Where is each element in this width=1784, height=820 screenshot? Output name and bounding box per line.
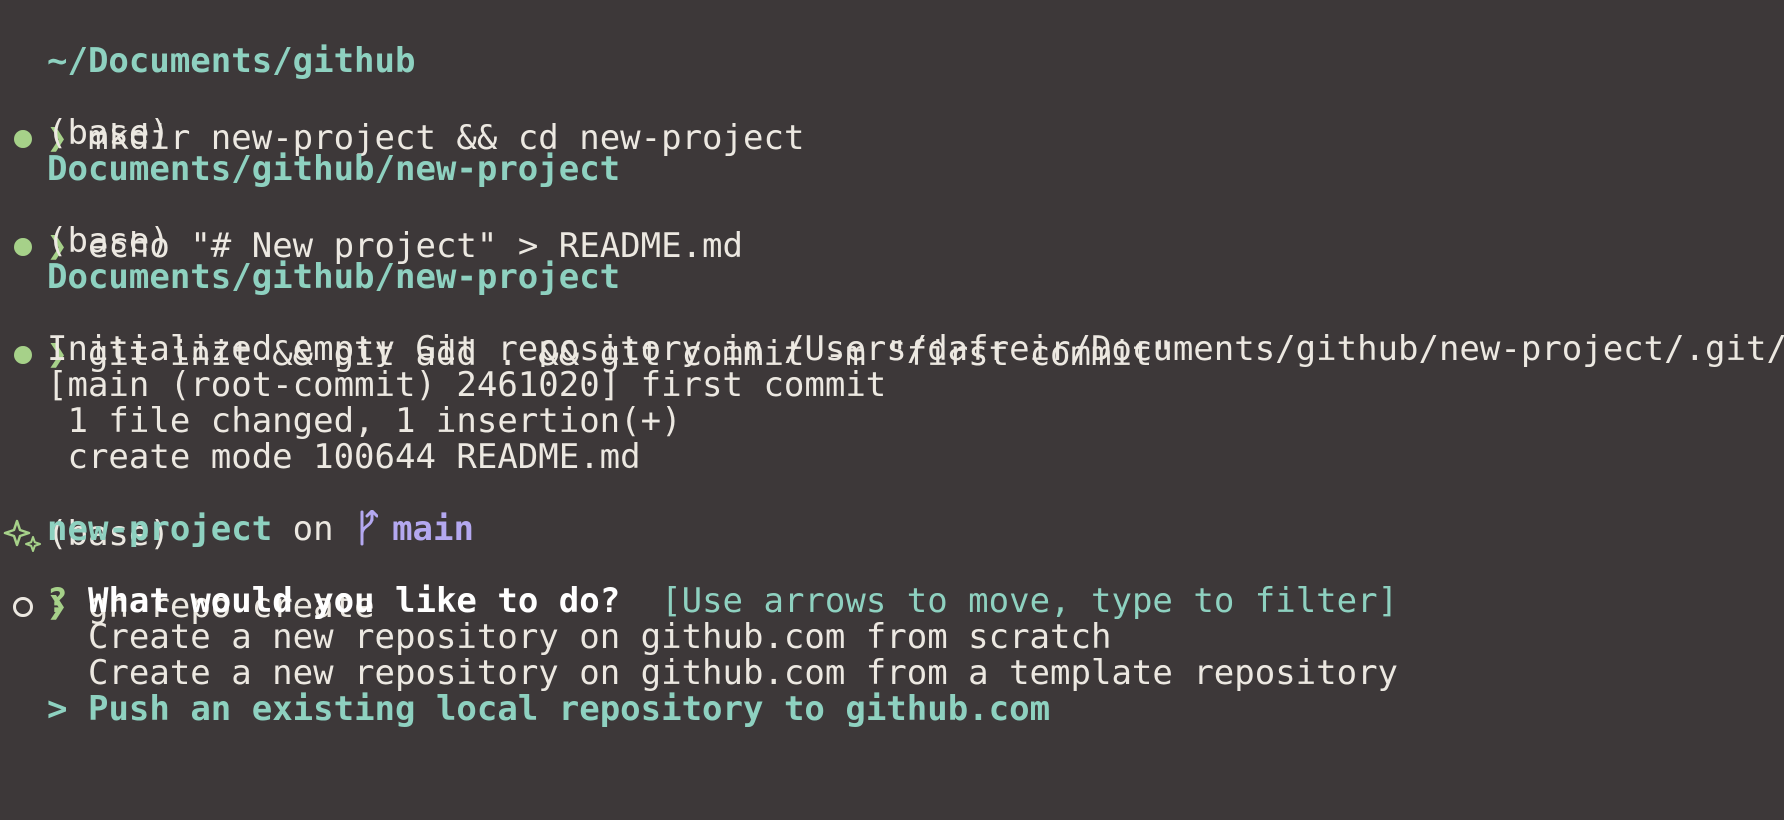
option-row[interactable]: > Push an existing local repository to g… xyxy=(47,689,1050,730)
output-line: 1 file changed, 1 insertion(+) xyxy=(0,360,681,441)
prompt-path: ~/Documents/github xyxy=(0,0,415,81)
on-label: on xyxy=(272,509,355,549)
question-row: ? What would you like to do? [Use arrows… xyxy=(47,581,1398,622)
command-line: ❯ gh repo create xyxy=(0,504,375,626)
question-hint: [Use arrows to move, type to filter] xyxy=(661,581,1399,621)
output-line: (base) xyxy=(0,72,170,153)
path-text: Documents/github/new-project xyxy=(47,149,621,189)
menu-option[interactable]: Create a new repository on github.com fr… xyxy=(0,612,1398,693)
output-line: (base) xyxy=(0,432,170,554)
command-line: ❯ echo "# New project" > README.md xyxy=(0,144,743,266)
repo-status-row: new-project on main xyxy=(47,508,474,550)
output-line: (base) xyxy=(0,180,170,261)
command-line: ❯ mkdir new-project && cd new-project xyxy=(0,36,804,158)
output-text: 1 file changed, 1 insertion(+) xyxy=(47,401,682,441)
option-label[interactable]: Push an existing local repository to git… xyxy=(88,689,1050,729)
output-line: [main (root-commit) 2461020] first commi… xyxy=(0,324,886,405)
prompt-path: Documents/github/new-project xyxy=(0,108,620,189)
path-text: ~/Documents/github xyxy=(47,41,416,81)
option-row[interactable]: Create a new repository on github.com fr… xyxy=(47,653,1398,694)
output-line: Initialized empty Git repository in /Use… xyxy=(0,288,1784,369)
path-text: Documents/github/new-project xyxy=(47,257,621,297)
option-row[interactable]: Create a new repository on github.com fr… xyxy=(47,617,1112,658)
prompt-question: ? What would you like to do? [Use arrows… xyxy=(0,540,1398,621)
selection-cursor-icon: > xyxy=(47,689,68,729)
option-label[interactable]: Create a new repository on github.com fr… xyxy=(88,653,1398,693)
prompt-path: Documents/github/new-project xyxy=(0,216,620,297)
output-line: create mode 100644 README.md xyxy=(0,396,640,477)
command-line: ❯ git init && git add . && git commit -m… xyxy=(0,252,1173,374)
repo-status-line: new-project on main xyxy=(0,468,474,549)
terminal-window[interactable]: ~/Documents/github ❯ mkdir new-project &… xyxy=(0,0,1784,820)
menu-option-selected[interactable]: > Push an existing local repository to g… xyxy=(0,648,1050,729)
option-label[interactable]: Create a new repository on github.com fr… xyxy=(88,617,1112,657)
output-text: Initialized empty Git repository in /Use… xyxy=(47,329,1784,369)
question-text: What would you like to do? xyxy=(87,581,621,621)
menu-option[interactable]: Create a new repository on github.com fr… xyxy=(0,576,1112,657)
branch-name: main xyxy=(392,509,474,549)
output-text: [main (root-commit) 2461020] first commi… xyxy=(47,365,887,405)
git-branch-icon xyxy=(354,508,379,546)
output-text: create mode 100644 README.md xyxy=(47,437,641,477)
